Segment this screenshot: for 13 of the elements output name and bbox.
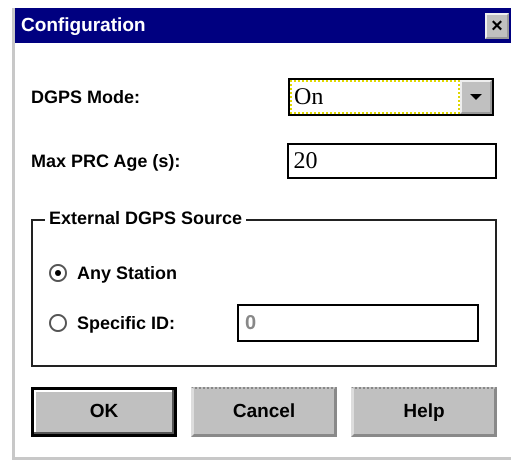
dialog-button[interactable]: Cancel xyxy=(191,387,337,437)
option-label[interactable]: Any Station xyxy=(77,262,237,284)
field-label: DGPS Mode: xyxy=(31,86,142,108)
window-title: Configuration xyxy=(21,14,146,36)
input-field[interactable]: 20 xyxy=(287,143,497,179)
option-label[interactable]: Specific ID: xyxy=(77,312,237,334)
radio-button[interactable] xyxy=(49,314,67,332)
field-label: Max PRC Age (s): xyxy=(31,150,182,172)
mode-dropdown[interactable]: On xyxy=(288,78,494,116)
dialog-button[interactable]: Help xyxy=(351,387,497,437)
close-button[interactable]: × xyxy=(485,12,509,38)
dialog-button[interactable]: OK xyxy=(31,387,177,437)
radio-button[interactable] xyxy=(49,264,67,282)
